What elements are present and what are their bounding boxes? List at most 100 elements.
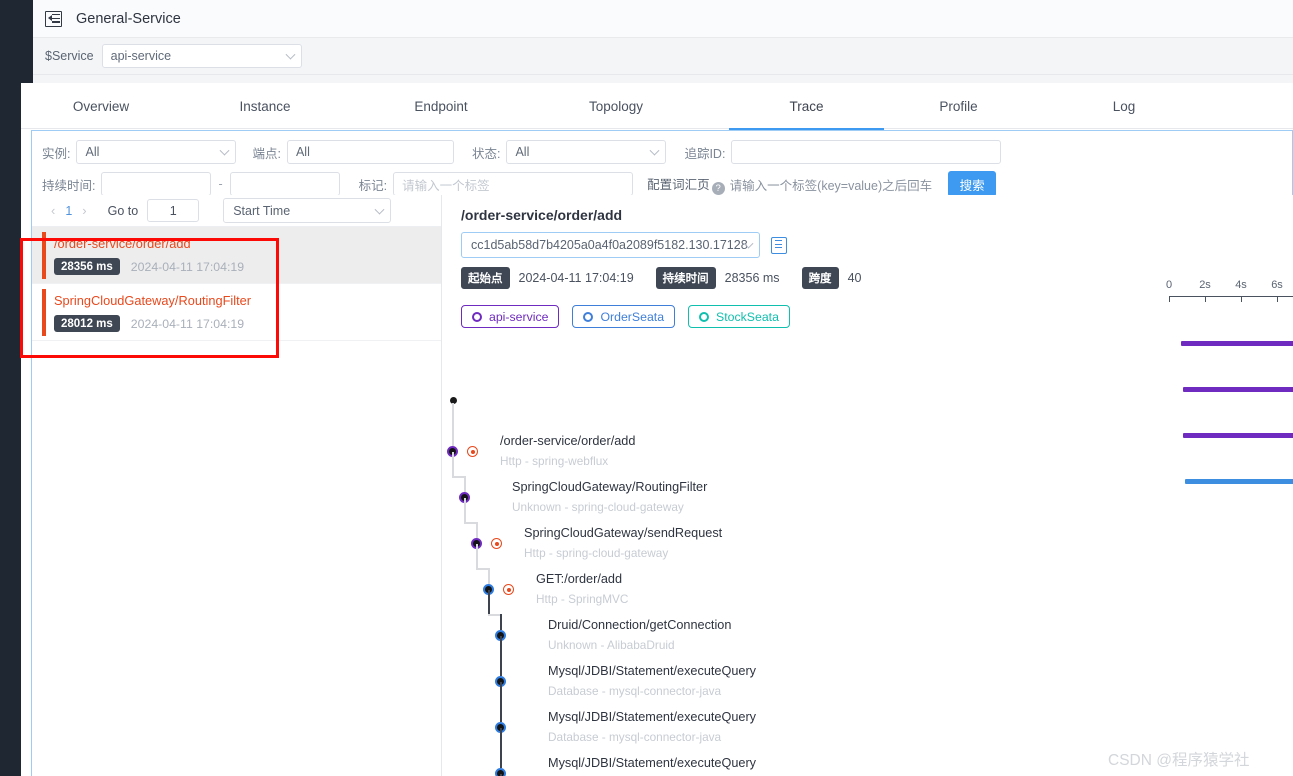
span-name: SpringCloudGateway/RoutingFilter [512,480,708,494]
goto-label: Go to [107,203,139,218]
tab-log[interactable]: Log [1084,83,1164,129]
chevron-right-icon[interactable]: › [75,203,93,218]
axis-tick-label: 6s [1271,279,1283,291]
span-event-marker-icon [503,584,514,595]
circle-icon [472,311,482,322]
sort-select[interactable]: Start Time [223,198,392,223]
trace-id-select[interactable]: cc1d5ab58d7b4205a0a4f0a2089f5182.130.171… [461,232,760,258]
tab-bar: Overview Instance Endpoint Topology Trace Pro… [21,83,1293,130]
span-name: Druid/Connection/getConnection [548,618,732,632]
vocab-link-label: 配置词汇页 [647,177,710,192]
collapse-sidebar-icon[interactable] [45,10,62,27]
span-name: /order-service/order/add [500,434,636,448]
tree-connector [500,728,502,752]
axis-tick [1169,296,1171,302]
service-chip-orderseata[interactable]: OrderSeata [572,305,676,328]
watermark: CSDN @程序猿学社 [1108,752,1250,769]
status-filter-value: All [515,145,530,159]
trace-item-name: /order-service/order/add [54,236,191,251]
tree-connector [500,752,502,768]
timeline-bar[interactable] [1181,341,1293,346]
tab-instance[interactable]: Instance [218,83,312,129]
duration-filter-label: 持续时间: [42,178,96,193]
tag-filter-input[interactable]: 请输入一个标签 [393,172,634,196]
axis-tick [1205,296,1207,302]
chevron-down-icon [650,145,660,156]
chevron-down-icon [285,49,296,60]
service-chip-label: OrderSeata [600,309,665,324]
trace-item-duration: 28012 ms [54,315,120,332]
trace-item-meta: 28356 ms 2024-04-11 17:04:19 [54,258,441,275]
axis-tick-label: 0 [1165,279,1173,291]
trace-viewer-page: General-Service $Service api-service Ove… [0,0,1293,776]
duration-to-input[interactable] [229,172,340,196]
trace-item-meta: 28012 ms 2024-04-11 17:04:19 [54,315,441,332]
traceid-filter-input[interactable] [731,140,1002,164]
span-subtitle: Unknown - AlibabaDruid [548,638,675,652]
service-chip-label: StockSeata [716,309,779,324]
endpoint-filter-input[interactable]: All [286,140,454,164]
trace-list-item[interactable]: /order-service/order/add 28356 ms 2024-04-… [32,227,441,284]
duration-badge: 持续时间 [655,267,716,289]
span-event-marker-icon [467,446,478,457]
timeline-bar[interactable] [1185,479,1293,484]
tree-connector [500,636,502,660]
axis-tick [1241,296,1243,302]
span-subtitle: Unknown - spring-cloud-gateway [512,500,684,514]
span-name: Mysql/JDBI/Statement/executeQuery [548,710,757,724]
trace-id-value: cc1d5ab58d7b4205a0a4f0a2089f5182.130.171… [471,238,748,252]
duration-from-input[interactable] [101,172,212,196]
trace-detail-title: /order-service/order/add [461,207,623,223]
tag-filter-label: 标记: [358,178,388,193]
tree-connector [488,590,490,614]
service-label: $Service [45,49,94,63]
axis-line [1169,296,1293,298]
instance-filter-value: All [85,145,100,159]
circle-icon [699,311,710,322]
tree-connector [476,522,478,538]
axis-tick-label: 4s [1235,279,1247,291]
status-filter-select[interactable]: All [506,140,667,164]
trace-item-name: SpringCloudGateway/RoutingFilter [54,293,252,308]
tag-filter-placeholder: 请输入一个标签 [402,178,490,193]
timeline-bar[interactable] [1183,387,1293,392]
duration-value: 28356 ms [724,271,780,285]
tree-connector [500,660,502,676]
chevron-left-icon[interactable]: ‹ [44,203,62,218]
span-count-value: 40 [847,271,862,285]
tab-endpoint[interactable]: Endpoint [392,83,490,129]
span-tree: /order-service/order/add Http - spring-we… [442,388,1293,776]
service-selector-bar: $Service api-service [33,38,1293,75]
tab-trace[interactable]: Trace [729,83,884,130]
tree-connector [452,430,454,446]
page-title: General-Service [76,10,181,27]
search-button[interactable]: 搜索 [948,171,997,197]
span-event-marker-icon [491,538,502,549]
trace-list-pane: ‹ 1 › Go to 1 Start Time /order-service/… [31,195,442,776]
copy-icon[interactable] [771,236,787,254]
service-select-value: api-service [110,49,172,63]
timeline-axis: 02s4s6s8s [1149,279,1293,484]
page-number[interactable]: 1 [62,204,75,218]
tab-overview[interactable]: Overview [51,83,151,129]
duration-range-dash: - [218,177,223,191]
service-chip-api-service[interactable]: api-service [461,305,560,328]
goto-input[interactable]: 1 [147,199,200,222]
timeline-bar[interactable] [1183,433,1293,438]
tree-connector [500,706,502,722]
span-count-badge: 跨度 [801,267,839,289]
vocab-link[interactable]: 配置词汇页? [647,174,730,195]
service-chip-stockseata[interactable]: StockSeata [688,305,790,328]
chevron-down-icon [220,145,230,156]
help-icon[interactable]: ? [711,181,725,195]
tab-profile[interactable]: Profile [914,83,1003,129]
trace-list-item[interactable]: SpringCloudGateway/RoutingFilter 28012 ms… [32,284,441,341]
endpoint-filter-value: All [295,145,310,159]
service-select[interactable]: api-service [101,44,302,68]
content-card: Overview Instance Endpoint Topology Trace Pro… [21,83,1293,776]
instance-filter-select[interactable]: All [76,140,237,164]
service-legend: api-service OrderSeata StockSeata [461,305,1293,328]
tag-hint-text: 请输入一个标签(key=value)之后回车 [729,178,933,193]
span-subtitle: Database - mysql-connector-java [548,730,722,744]
tab-topology[interactable]: Topology [566,83,666,129]
